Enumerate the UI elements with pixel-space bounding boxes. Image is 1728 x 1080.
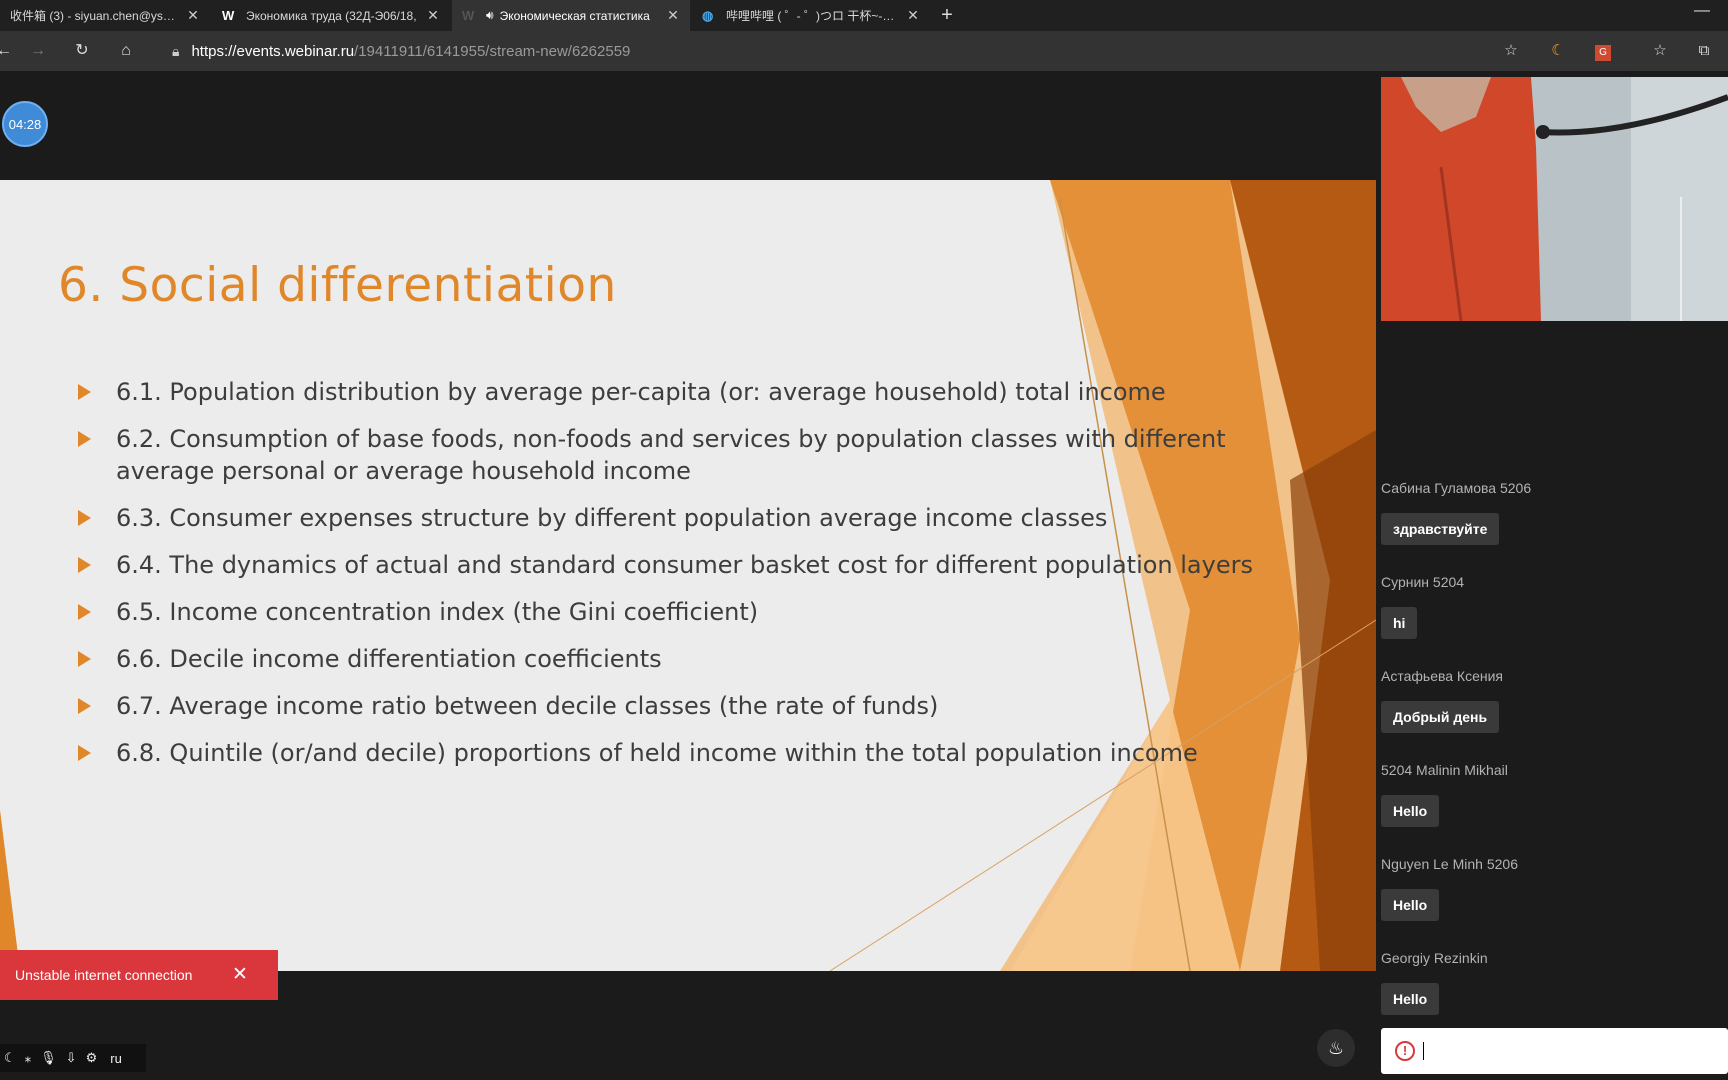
chat-input[interactable] <box>1424 1042 1704 1060</box>
slide-bullet: 6.7. Average income ratio between decile… <box>78 690 1278 722</box>
slide-title: 6. Social differentiation <box>58 258 617 313</box>
fire-reaction-icon[interactable]: ♨ <box>1317 1029 1355 1067</box>
tab-label: 哔哩哔哩 ( ゜- ゜)つロ 干杯~-bilibili <box>726 9 898 23</box>
chat-message: Hello <box>1381 795 1440 827</box>
bullet-text: 6.2. Consumption of base foods, non-food… <box>116 425 1226 485</box>
gear-icon[interactable]: ⚙ <box>86 1050 98 1066</box>
presentation-slide: 6. Social differentiation 6.1. Populatio… <box>0 180 1376 971</box>
webinar-page: 04:28 6. Social differentiation 6.1. Pop… <box>0 71 1728 1080</box>
bullet-arrow-icon <box>78 651 91 667</box>
bullet-arrow-icon <box>78 431 91 447</box>
tab-label: Экономическая статистика <box>499 8 650 23</box>
speaker-icon[interactable]: 🔊︎ <box>486 8 494 23</box>
slide-bullet: 6.4. The dynamics of actual and standard… <box>78 549 1278 581</box>
browser-tab-labor-economics[interactable]: W Экономика труда (32Д-Э06/18, ✕ <box>212 0 450 31</box>
bullet-arrow-icon <box>78 384 91 400</box>
home-icon[interactable]: ⌂ <box>114 39 138 63</box>
browser-tab-mail[interactable]: 收件箱 (3) - siyuan.chen@yschool ✕ <box>0 0 210 31</box>
slide-bullet: 6.5. Income concentration index (the Gin… <box>78 596 1278 628</box>
close-icon[interactable]: ✕ <box>906 7 920 24</box>
tab-label: 收件箱 (3) - siyuan.chen@yschool <box>10 9 178 23</box>
favorites-list-icon[interactable]: ☆ <box>1648 39 1672 63</box>
new-tab-button[interactable]: + <box>936 4 958 27</box>
slide-bullet-list: 6.1. Population distribution by average … <box>78 376 1278 784</box>
bullet-arrow-icon <box>78 510 91 526</box>
warning-icon: ! <box>1395 1041 1415 1061</box>
address-bar[interactable]: 🔒︎ https://events.webinar.ru/19411911/61… <box>156 35 1526 67</box>
slide-bullet: 6.2. Consumption of base foods, non-food… <box>78 423 1278 487</box>
bullet-arrow-icon <box>78 745 91 761</box>
lock-icon: 🔒︎ <box>172 42 180 59</box>
toast-message: Unstable internet connection <box>15 967 193 983</box>
connection-error-toast: Unstable internet connection ✕ <box>0 950 278 1000</box>
chat-author: Georgiy Rezinkin <box>1381 950 1488 966</box>
back-arrow-icon[interactable]: ← <box>0 39 16 63</box>
signal-icon[interactable]: ⁎ <box>25 1050 32 1066</box>
bullet-text: 6.4. The dynamics of actual and standard… <box>116 551 1253 579</box>
close-icon[interactable]: ✕ <box>666 7 680 24</box>
bullet-arrow-icon <box>78 557 91 573</box>
chat-author: Астафьева Ксения <box>1381 668 1504 684</box>
microphone-icon[interactable]: 🎙︎ <box>40 1050 57 1066</box>
chat-author: Nguyen Le Minh 5206 <box>1381 856 1518 872</box>
chat-input-box[interactable]: ! <box>1381 1028 1728 1074</box>
stream-timer: 04:28 <box>2 101 48 147</box>
close-icon[interactable]: ✕ <box>232 965 248 985</box>
bullet-text: 6.5. Income concentration index (the Gin… <box>116 598 759 626</box>
bullet-text: 6.1. Population distribution by average … <box>116 378 1166 406</box>
moon-icon[interactable]: ☾ <box>4 1050 16 1066</box>
tab-label: Экономика труда (32Д-Э06/18, <box>246 8 417 23</box>
forward-arrow-icon[interactable]: → <box>26 39 50 63</box>
minimize-window-button[interactable]: — <box>1694 2 1710 20</box>
chat-message: Добрый день <box>1381 701 1500 733</box>
bullet-text: 6.3. Consumer expenses structure by diff… <box>116 504 1108 532</box>
favorite-star-icon[interactable]: ☆ <box>1499 39 1523 63</box>
chat-author: Сурнин 5204 <box>1381 574 1465 590</box>
chat-message: Hello <box>1381 983 1440 1015</box>
translate-extension-icon[interactable]: G <box>1591 39 1615 63</box>
reload-icon[interactable]: ↻ <box>70 39 94 63</box>
chat-message: здравствуйте <box>1381 513 1500 545</box>
browser-navbar: ← → ↻ ⌂ 🔒︎ https://events.webinar.ru/194… <box>0 31 1728 71</box>
slide-bullet: 6.8. Quintile (or/and decile) proportion… <box>78 737 1278 769</box>
bullet-arrow-icon <box>78 604 91 620</box>
bullet-text: 6.6. Decile income differentiation coeff… <box>116 645 662 673</box>
chat-author: Сабина Гуламова 5206 <box>1381 480 1532 496</box>
slide-bullet: 6.6. Decile income differentiation coeff… <box>78 643 1278 675</box>
webinar-favicon-icon: W <box>462 8 475 23</box>
dark-mode-extension-icon[interactable]: ☾ <box>1546 39 1570 63</box>
close-icon[interactable]: ✕ <box>186 7 200 24</box>
browser-tab-bilibili[interactable]: ◍ 哔哩哔哩 ( ゜- ゜)つロ 干杯~-bilibili ✕ <box>692 0 930 31</box>
url-host: https://events.webinar.ru <box>191 42 355 60</box>
collections-icon[interactable]: ⧉ <box>1692 39 1716 63</box>
language-selector[interactable]: ru <box>110 1051 122 1066</box>
browser-tab-economic-statistics[interactable]: W 🔊︎ Экономическая статистика ✕ <box>452 0 690 31</box>
bullet-text: 6.8. Quintile (or/and decile) proportion… <box>116 739 1198 767</box>
chat-message: Hello <box>1381 889 1440 921</box>
chat-message: hi <box>1381 607 1418 639</box>
slide-bullet: 6.1. Population distribution by average … <box>78 376 1278 408</box>
bullet-text: 6.7. Average income ratio between decile… <box>116 692 939 720</box>
globe-icon: ◍ <box>702 7 714 23</box>
browser-tabstrip: 收件箱 (3) - siyuan.chen@yschool ✕ W Эконом… <box>0 0 1728 31</box>
url-path: /19411911/6141955/stream-new/6262559 <box>354 42 631 60</box>
slide-bullet: 6.3. Consumer expenses structure by diff… <box>78 502 1278 534</box>
download-icon[interactable]: ⇩ <box>66 1050 77 1066</box>
bullet-arrow-icon <box>78 698 91 714</box>
webinar-favicon-icon: W <box>222 8 235 23</box>
chat-panel: Сабина Гуламова 5206 здравствуйте Сурнин… <box>1381 71 1728 1080</box>
presenter-control-bar: ☾ ⁎ 🎙︎ ⇩ ⚙ ru <box>0 1044 146 1072</box>
chat-author: 5204 Malinin Mikhail <box>1381 762 1508 778</box>
close-icon[interactable]: ✕ <box>426 7 440 24</box>
